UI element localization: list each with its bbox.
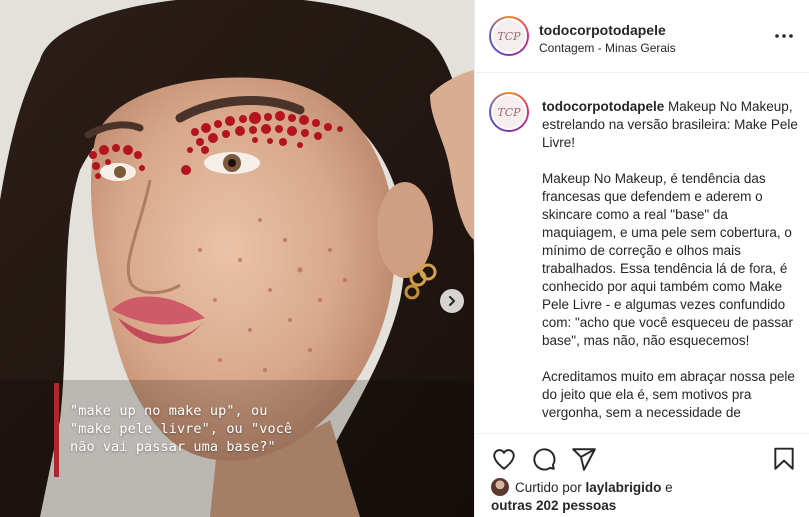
avatar-monogram: TCP xyxy=(493,96,525,128)
avatar-monogram: TCP xyxy=(493,20,525,52)
comment-icon[interactable] xyxy=(531,446,557,472)
share-icon[interactable] xyxy=(571,446,597,472)
likes-prefix: Curtido por xyxy=(515,480,586,495)
liker-avatar[interactable] xyxy=(491,478,509,496)
overlay-caption-line: "make up no make up", ou xyxy=(70,403,268,419)
header-location[interactable]: Contagem - Minas Gerais xyxy=(539,41,676,55)
caption-text-block: todocorpotodapele Makeup No Makeup, estr… xyxy=(542,98,798,422)
caption-body: Makeup No Makeup, estrelando na versão b… xyxy=(542,99,798,420)
likes-middle: e xyxy=(661,480,673,495)
caption-username[interactable]: todocorpotodapele xyxy=(542,99,664,114)
overlay-caption-line: "make pele livre", ou "você xyxy=(70,421,293,437)
post-header: TCP todocorpotodapele Contagem - Minas G… xyxy=(475,0,809,73)
account-avatar[interactable]: TCP xyxy=(489,16,529,56)
action-bar xyxy=(475,433,809,475)
more-options-button[interactable] xyxy=(774,26,794,46)
chevron-right-icon xyxy=(449,296,455,306)
header-username[interactable]: todocorpotodapele xyxy=(539,22,666,38)
liker-username[interactable]: laylabrigido xyxy=(586,480,662,495)
more-icon xyxy=(775,34,793,38)
caption-avatar[interactable]: TCP xyxy=(489,92,529,132)
media-overlay-caption: "make up no make up", ou "make pele livr… xyxy=(70,402,330,456)
caption-section[interactable]: TCP todocorpotodapele Makeup No Makeup, … xyxy=(475,74,809,433)
likes-summary: Curtido por laylabrigido e outras 202 pe… xyxy=(491,478,791,515)
post-media[interactable]: "make up no make up", ou "make pele livr… xyxy=(0,0,474,517)
next-media-button[interactable] xyxy=(440,289,464,313)
bookmark-icon[interactable] xyxy=(771,446,797,472)
likes-others-link[interactable]: outras 202 pessoas xyxy=(491,498,616,513)
caption-accent-bar xyxy=(54,383,59,477)
overlay-caption-line: não vai passar uma base?" xyxy=(70,439,276,455)
post-side-panel: TCP todocorpotodapele Contagem - Minas G… xyxy=(474,0,809,517)
heart-icon[interactable] xyxy=(491,446,517,472)
